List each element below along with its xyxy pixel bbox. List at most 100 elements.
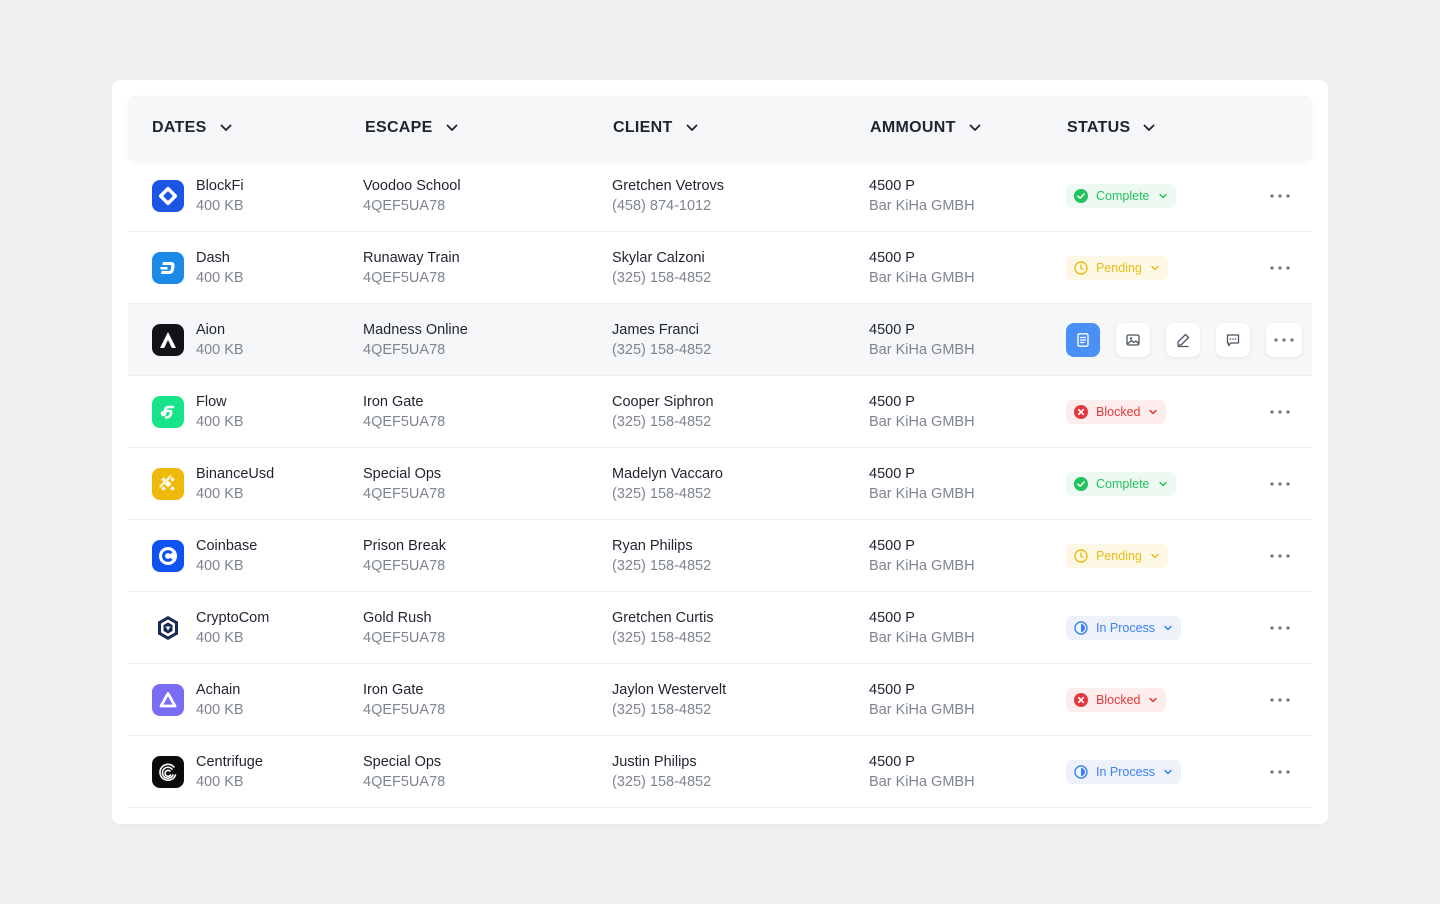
table-row[interactable]: Coinbase 400 KB Prison Break 4QEF5UA78 R… xyxy=(128,520,1312,592)
chevron-down-icon xyxy=(1163,767,1173,777)
escape-name: Iron Gate xyxy=(363,682,424,698)
more-icon[interactable] xyxy=(1266,323,1302,357)
escape-name: Madness Online xyxy=(363,322,468,338)
status-badge[interactable]: Complete xyxy=(1066,184,1176,208)
status-label: In Process xyxy=(1096,621,1156,635)
binanceusd-icon xyxy=(152,468,184,500)
chevron-down-icon xyxy=(1150,263,1160,273)
escape-code: 4QEF5UA78 xyxy=(363,630,446,646)
chevron-down-icon xyxy=(1163,623,1173,633)
escape-name: Runaway Train xyxy=(363,250,460,266)
status-badge[interactable]: In Process xyxy=(1066,760,1182,784)
more-icon[interactable] xyxy=(1268,546,1292,566)
column-header-escape[interactable]: ESCAPE xyxy=(365,96,459,160)
coinbase-icon xyxy=(152,540,184,572)
amount-value: 4500 P xyxy=(869,682,915,698)
table-row[interactable]: BlockFi 400 KB Voodoo School 4QEF5UA78 G… xyxy=(128,160,1312,232)
coin-name: BlockFi xyxy=(196,178,244,194)
column-header-dates[interactable]: DATES xyxy=(152,96,233,160)
more-icon[interactable] xyxy=(1268,186,1292,206)
status-badge[interactable]: Pending xyxy=(1066,256,1168,280)
client-phone: (325) 158-4852 xyxy=(612,774,712,790)
more-icon[interactable] xyxy=(1268,762,1292,782)
check-circle-icon xyxy=(1074,189,1088,203)
table-row[interactable]: Flow 400 KB Iron Gate 4QEF5UA78 Cooper S… xyxy=(128,376,1312,448)
achain-icon xyxy=(152,684,184,716)
escape-code: 4QEF5UA78 xyxy=(363,558,446,574)
client-phone: (325) 158-4852 xyxy=(612,414,712,430)
file-size: 400 KB xyxy=(196,702,244,718)
client-name: Skylar Calzoni xyxy=(612,250,705,266)
coin-name: CryptoCom xyxy=(196,610,270,626)
table-header: DATES ESCAPE CLIENT AMMOUNT STATUS xyxy=(128,96,1312,160)
coin-name: Dash xyxy=(196,250,230,266)
client-name: Gretchen Curtis xyxy=(612,610,714,626)
more-icon[interactable] xyxy=(1268,474,1292,494)
cryptocom-icon xyxy=(152,612,184,644)
client-phone: (458) 874-1012 xyxy=(612,198,712,214)
company-name: Bar KiHa GMBH xyxy=(869,414,975,430)
file-size: 400 KB xyxy=(196,558,244,574)
column-header-label: AMMOUNT xyxy=(870,119,956,136)
status-badge[interactable]: Pending xyxy=(1066,544,1168,568)
more-icon[interactable] xyxy=(1268,618,1292,638)
column-header-label: STATUS xyxy=(1067,119,1131,136)
table-row[interactable]: CryptoCom 400 KB Gold Rush 4QEF5UA78 Gre… xyxy=(128,592,1312,664)
column-header-status[interactable]: STATUS xyxy=(1067,96,1156,160)
chevron-down-icon xyxy=(1148,695,1158,705)
status-label: In Process xyxy=(1096,765,1156,779)
company-name: Bar KiHa GMBH xyxy=(869,198,975,214)
amount-value: 4500 P xyxy=(869,538,915,554)
chevron-down-icon xyxy=(685,121,699,135)
image-icon[interactable] xyxy=(1116,323,1150,357)
chevron-down-icon xyxy=(968,121,982,135)
document-icon[interactable] xyxy=(1066,323,1100,357)
status-label: Pending xyxy=(1096,261,1142,275)
column-header-amount[interactable]: AMMOUNT xyxy=(870,96,982,160)
table-row[interactable]: Dash 400 KB Runaway Train 4QEF5UA78 Skyl… xyxy=(128,232,1312,304)
escape-name: Prison Break xyxy=(363,538,447,554)
amount-value: 4500 P xyxy=(869,394,915,410)
client-name: James Franci xyxy=(612,322,700,338)
escape-code: 4QEF5UA78 xyxy=(363,774,446,790)
half-circle-icon xyxy=(1074,621,1088,635)
row-actions xyxy=(1066,323,1302,357)
client-phone: (325) 158-4852 xyxy=(612,342,712,358)
amount-value: 4500 P xyxy=(869,322,915,338)
half-circle-icon xyxy=(1074,765,1088,779)
amount-value: 4500 P xyxy=(869,250,915,266)
client-phone: (325) 158-4852 xyxy=(612,558,712,574)
more-icon[interactable] xyxy=(1268,690,1292,710)
table-row[interactable]: Achain 400 KB Iron Gate 4QEF5UA78 Jaylon… xyxy=(128,664,1312,736)
escape-name: Special Ops xyxy=(363,466,442,482)
escape-code: 4QEF5UA78 xyxy=(363,270,446,286)
coin-name: BinanceUsd xyxy=(196,466,275,482)
coin-name: Flow xyxy=(196,394,227,410)
edit-icon[interactable] xyxy=(1166,323,1200,357)
table-row[interactable]: Centrifuge 400 KB Special Ops 4QEF5UA78 … xyxy=(128,736,1312,808)
file-size: 400 KB xyxy=(196,414,244,430)
table-row[interactable]: Aion 400 KB Madness Online 4QEF5UA78 Jam… xyxy=(128,304,1312,376)
status-label: Complete xyxy=(1096,189,1150,203)
table-row[interactable]: BinanceUsd 400 KB Special Ops 4QEF5UA78 … xyxy=(128,448,1312,520)
status-badge[interactable]: In Process xyxy=(1066,616,1182,640)
status-badge[interactable]: Blocked xyxy=(1066,400,1167,424)
more-icon[interactable] xyxy=(1268,402,1292,422)
x-circle-icon xyxy=(1074,405,1088,419)
company-name: Bar KiHa GMBH xyxy=(869,702,975,718)
chevron-down-icon xyxy=(1150,551,1160,561)
escape-name: Special Ops xyxy=(363,754,442,770)
status-badge[interactable]: Complete xyxy=(1066,472,1176,496)
file-size: 400 KB xyxy=(196,486,244,502)
client-name: Ryan Philips xyxy=(612,538,693,554)
more-icon[interactable] xyxy=(1268,258,1292,278)
company-name: Bar KiHa GMBH xyxy=(869,270,975,286)
column-header-client[interactable]: CLIENT xyxy=(613,96,699,160)
company-name: Bar KiHa GMBH xyxy=(869,558,975,574)
status-label: Pending xyxy=(1096,549,1142,563)
status-badge[interactable]: Blocked xyxy=(1066,688,1167,712)
comment-icon[interactable] xyxy=(1216,323,1250,357)
check-circle-icon xyxy=(1074,477,1088,491)
table-body: BlockFi 400 KB Voodoo School 4QEF5UA78 G… xyxy=(128,160,1312,808)
clock-icon xyxy=(1074,549,1088,563)
